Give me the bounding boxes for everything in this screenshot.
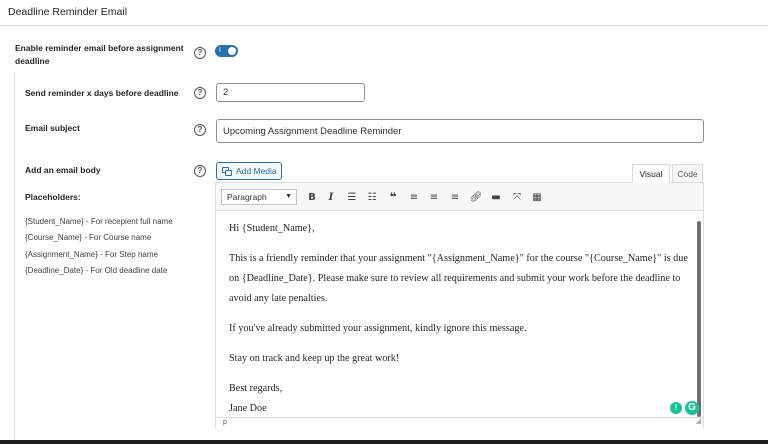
- email-body-paragraph: Stay on track and keep up the great work…: [229, 353, 400, 364]
- help-icon[interactable]: ?: [194, 124, 206, 136]
- chevron-down-icon: ▼: [285, 193, 292, 200]
- section-divider: [14, 72, 15, 444]
- align-center-icon[interactable]: ≡: [426, 189, 442, 205]
- panel-header: Deadline Reminder Email: [0, 0, 768, 26]
- reminder-days-label: Send reminder x days before deadline: [25, 88, 179, 98]
- align-right-icon[interactable]: ≡: [447, 189, 463, 205]
- horizontal-rule-icon[interactable]: ▬: [488, 189, 504, 205]
- grammarly-lightbulb-icon[interactable]: !: [670, 402, 682, 414]
- email-body-label: Add an email body: [25, 165, 101, 175]
- email-body-editor[interactable]: Paragraph ▼ B I ☰ ☷ ❝ ≡ ≡ ≡ 🔗︎ ▬ ⤧ ▦ Hi …: [215, 182, 704, 428]
- editor-content[interactable]: Hi {Student_Name}, This is a friendly re…: [229, 219, 689, 419]
- toggle-knob: [228, 47, 236, 55]
- element-path: p: [223, 419, 227, 426]
- placeholder-item: {Deadline_Date} - For Old deadline date: [25, 265, 168, 275]
- email-body-paragraph: If you've already submitted your assignm…: [229, 323, 527, 334]
- tab-code[interactable]: Code: [672, 164, 703, 183]
- bulleted-list-icon[interactable]: ☰: [344, 189, 360, 205]
- add-media-button[interactable]: Add Media: [216, 162, 282, 180]
- editor-status-bar: p ◢: [216, 417, 703, 428]
- enable-reminder-label: Enable reminder email before assignment …: [15, 43, 184, 66]
- panel-title: Deadline Reminder Email: [8, 6, 128, 18]
- email-body-paragraph: This is a friendly reminder that your as…: [229, 253, 688, 304]
- add-media-label: Add Media: [236, 166, 277, 176]
- placeholder-item: {Assignment_Name} - For Step name: [25, 249, 158, 259]
- editor-scrollbar[interactable]: [697, 221, 701, 417]
- email-subject-label: Email subject: [25, 123, 80, 133]
- placeholder-item: {Course_Name} - For Course name: [25, 233, 152, 243]
- format-select-value: Paragraph: [227, 192, 267, 202]
- email-subject-value: Upcoming Assignment Deadline Reminder: [223, 125, 402, 137]
- placeholders-title: Placeholders:: [25, 192, 81, 202]
- reminder-days-input[interactable]: 2: [216, 83, 365, 102]
- resize-grip-icon[interactable]: ◢: [696, 417, 701, 427]
- format-select[interactable]: Paragraph ▼: [221, 189, 297, 205]
- reminder-days-value: 2: [223, 87, 229, 98]
- help-icon[interactable]: ?: [194, 87, 206, 99]
- italic-icon[interactable]: I: [323, 189, 339, 205]
- bold-icon[interactable]: B: [304, 189, 320, 205]
- numbered-list-icon[interactable]: ☷: [364, 189, 380, 205]
- help-icon[interactable]: ?: [194, 47, 206, 59]
- link-icon[interactable]: 🔗︎: [468, 189, 484, 205]
- grammarly-icon[interactable]: G: [685, 401, 699, 415]
- email-body-paragraph: Hi {Student_Name},: [229, 223, 315, 234]
- placeholders-list: {Student_Name} - For recepient full name…: [25, 214, 173, 279]
- tab-visual[interactable]: Visual: [632, 164, 670, 183]
- placeholder-item: {Student_Name} - For recepient full name: [25, 217, 173, 226]
- blockquote-icon[interactable]: ❝: [385, 189, 401, 205]
- email-signature: Jane Doe: [229, 403, 267, 414]
- toolbar-toggle-icon[interactable]: ▦: [529, 189, 545, 205]
- email-subject-input[interactable]: Upcoming Assignment Deadline Reminder: [216, 119, 704, 143]
- toggle-on-mark: I: [219, 47, 221, 54]
- media-icon: [222, 166, 232, 176]
- align-left-icon[interactable]: ≡: [406, 189, 422, 205]
- fullscreen-icon[interactable]: ⤧: [509, 189, 525, 205]
- editor-toolbar: Paragraph ▼ B I ☰ ☷ ❝ ≡ ≡ ≡ 🔗︎ ▬ ⤧ ▦: [216, 183, 703, 211]
- enable-reminder-toggle[interactable]: I: [215, 45, 238, 57]
- bottom-edge: [0, 440, 768, 444]
- help-icon[interactable]: ?: [194, 165, 206, 177]
- email-signoff: Best regards,: [229, 383, 283, 394]
